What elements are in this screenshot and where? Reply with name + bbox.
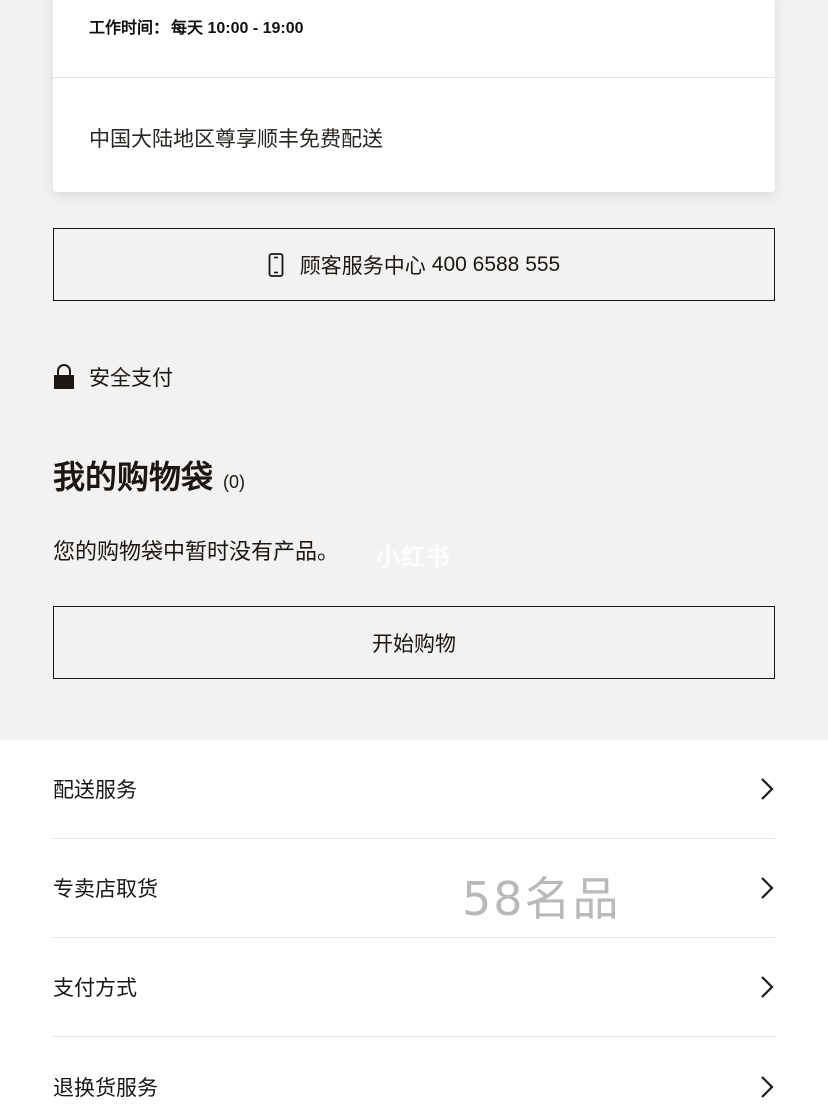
working-hours: 工作时间： 每天 10:00 - 19:00	[89, 14, 304, 38]
service-row-store-pickup[interactable]: 专卖店取货	[53, 839, 775, 938]
service-label: 支付方式	[53, 977, 137, 1000]
secure-payment-label: 安全支付	[89, 367, 173, 390]
store-info-card: 工作时间： 每天 10:00 - 19:00 中国大陆地区尊享顺丰免费配送	[53, 0, 775, 192]
bag-count: (0)	[223, 472, 246, 492]
service-label: 配送服务	[53, 779, 137, 802]
start-shopping-button[interactable]: 开始购物	[53, 606, 775, 679]
service-row-returns[interactable]: 退换货服务	[53, 1037, 775, 1104]
chevron-right-icon	[759, 975, 775, 999]
service-label: 专卖店取货	[53, 878, 158, 901]
service-label: 退换货服务	[53, 1076, 158, 1100]
service-row-payment-methods[interactable]: 支付方式	[53, 938, 775, 1037]
chevron-right-icon	[759, 777, 775, 801]
phone-icon	[268, 252, 284, 277]
bag-title: 我的购物袋	[53, 459, 214, 495]
secure-payment: 安全支付	[53, 362, 173, 392]
watermark-top: 小红书	[376, 544, 451, 571]
card-divider	[53, 77, 775, 78]
customer-service-label: 顾客服务中心	[299, 254, 426, 278]
chevron-right-icon	[759, 876, 775, 900]
customer-service-phone: 400 6588 555	[431, 252, 561, 276]
empty-bag-message: 您的购物袋中暂时没有产品。	[53, 539, 340, 564]
page: 工作时间： 每天 10:00 - 19:00 中国大陆地区尊享顺丰免费配送 顾客服…	[0, 0, 828, 1104]
hours-value: 每天 10:00 - 19:00	[171, 20, 304, 37]
service-row-delivery[interactable]: 配送服务	[53, 740, 775, 839]
bag-heading: 我的购物袋 (0)	[53, 452, 245, 498]
watermark-bottom: 58名品	[462, 872, 621, 926]
shipping-note: 中国大陆地区尊享顺丰免费配送	[89, 128, 383, 151]
hours-label: 工作时间：	[89, 20, 170, 37]
chevron-right-icon	[759, 1075, 775, 1099]
lock-icon	[53, 364, 75, 390]
start-shopping-label: 开始购物	[372, 632, 456, 656]
customer-service-button[interactable]: 顾客服务中心 400 6588 555	[53, 228, 775, 301]
